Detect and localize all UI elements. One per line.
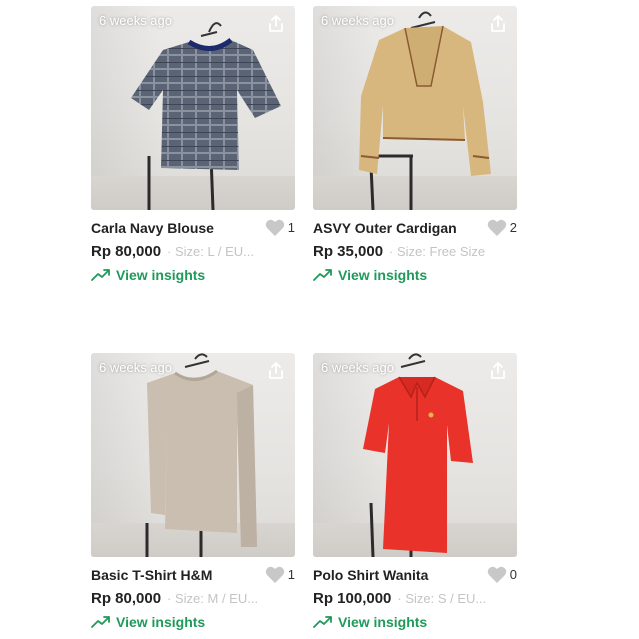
- trending-up-icon: [91, 269, 110, 281]
- trending-up-icon: [313, 616, 332, 628]
- view-insights-link[interactable]: View insights: [313, 614, 517, 630]
- listing-timestamp: 6 weeks ago: [99, 13, 172, 28]
- product-price: Rp 80,000: [91, 590, 162, 607]
- like-count: 1: [287, 220, 295, 235]
- product-title[interactable]: Carla Navy Blouse: [91, 220, 214, 236]
- product-size: · Size: S / EU...: [397, 591, 487, 606]
- product-card[interactable]: 6 weeks ago Basic T-Shirt H&M 1 Rp 80,00…: [91, 353, 295, 630]
- like-button[interactable]: 1: [265, 218, 295, 237]
- trending-up-icon: [91, 616, 110, 628]
- beige-tshirt-image: [145, 353, 257, 557]
- like-count: 0: [509, 567, 517, 582]
- product-card[interactable]: 6 weeks ago ASVY Outer Cardigan 2 Rp 35,…: [313, 6, 517, 283]
- trending-up-icon: [313, 269, 332, 281]
- product-size: · Size: Free Size: [389, 244, 486, 259]
- like-button[interactable]: 2: [487, 218, 517, 237]
- view-insights-link[interactable]: View insights: [91, 267, 295, 283]
- view-insights-link[interactable]: View insights: [313, 267, 517, 283]
- product-price: Rp 35,000: [313, 243, 384, 260]
- view-insights-label: View insights: [116, 267, 206, 283]
- product-photo[interactable]: 6 weeks ago: [313, 353, 517, 557]
- heart-icon: [487, 566, 507, 583]
- product-title[interactable]: Polo Shirt Wanita: [313, 567, 428, 583]
- view-insights-label: View insights: [116, 614, 206, 630]
- share-icon[interactable]: [266, 361, 286, 381]
- listing-timestamp: 6 weeks ago: [99, 360, 172, 375]
- product-card[interactable]: 6 weeks ago Polo Shirt Wanita 0 Rp 100,0…: [313, 353, 517, 630]
- view-insights-link[interactable]: View insights: [91, 614, 295, 630]
- navy-plaid-blouse-image: [131, 22, 281, 210]
- product-price: Rp 100,000: [313, 590, 392, 607]
- listing-timestamp: 6 weeks ago: [321, 13, 394, 28]
- product-photo[interactable]: 6 weeks ago: [313, 6, 517, 210]
- heart-icon: [487, 219, 507, 236]
- like-button[interactable]: 1: [265, 565, 295, 584]
- red-polo-shirt-image: [363, 353, 473, 557]
- view-insights-label: View insights: [338, 267, 428, 283]
- listing-timestamp: 6 weeks ago: [321, 360, 394, 375]
- product-photo[interactable]: 6 weeks ago: [91, 6, 295, 210]
- share-icon[interactable]: [488, 14, 508, 34]
- product-photo[interactable]: 6 weeks ago: [91, 353, 295, 557]
- like-button[interactable]: 0: [487, 565, 517, 584]
- product-price: Rp 80,000: [91, 243, 162, 260]
- like-count: 1: [287, 567, 295, 582]
- product-size: · Size: L / EU...: [167, 244, 254, 259]
- like-count: 2: [509, 220, 517, 235]
- heart-icon: [265, 219, 285, 236]
- share-icon[interactable]: [266, 14, 286, 34]
- product-card[interactable]: 6 weeks ago Carla Navy Blouse 1 Rp 80,00…: [91, 6, 295, 283]
- heart-icon: [265, 566, 285, 583]
- product-title[interactable]: ASVY Outer Cardigan: [313, 220, 457, 236]
- share-icon[interactable]: [488, 361, 508, 381]
- product-title[interactable]: Basic T-Shirt H&M: [91, 567, 212, 583]
- beige-cardigan-image: [359, 11, 491, 210]
- view-insights-label: View insights: [338, 614, 428, 630]
- product-size: · Size: M / EU...: [167, 591, 259, 606]
